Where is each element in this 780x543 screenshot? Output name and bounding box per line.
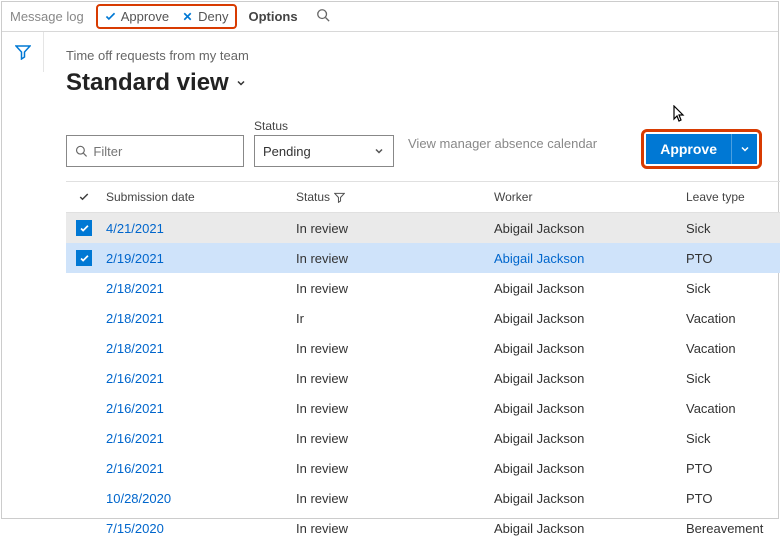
cell-leave: PTO: [686, 461, 780, 476]
cell-worker[interactable]: Abigail Jackson: [494, 461, 686, 476]
col-status[interactable]: Status: [296, 190, 494, 204]
command-bar: Message log Approve Deny Options: [2, 2, 778, 32]
cell-worker[interactable]: Abigail Jackson: [494, 221, 686, 236]
table-row[interactable]: 2/18/2021In reviewAbigail JacksonSick: [66, 273, 780, 303]
cell-date[interactable]: 7/15/2020: [102, 521, 296, 536]
cell-date[interactable]: 2/16/2021: [102, 431, 296, 446]
row-checkbox[interactable]: [76, 220, 92, 236]
requests-table: Submission date Status Worker Leave type…: [66, 181, 780, 543]
table-row[interactable]: 10/28/2020In reviewAbigail JacksonPTO: [66, 483, 780, 513]
status-label: Status: [254, 119, 394, 133]
cell-status: In review: [296, 431, 494, 446]
cell-worker[interactable]: Abigail Jackson: [494, 521, 686, 536]
chevron-down-icon: [235, 77, 247, 89]
status-value: Pending: [263, 144, 311, 159]
search-icon[interactable]: [316, 8, 330, 25]
cell-date[interactable]: 2/16/2021: [102, 371, 296, 386]
cell-date[interactable]: 2/16/2021: [102, 461, 296, 476]
cell-status: In review: [296, 341, 494, 356]
filter-input[interactable]: [93, 144, 235, 159]
cell-date[interactable]: 10/28/2020: [102, 491, 296, 506]
cell-worker[interactable]: Abigail Jackson: [494, 491, 686, 506]
filter-input-wrap[interactable]: [66, 135, 244, 167]
select-all-checkbox[interactable]: [77, 190, 91, 204]
cell-leave: PTO: [686, 491, 780, 506]
cell-date[interactable]: 2/16/2021: [102, 401, 296, 416]
cell-date[interactable]: 4/21/2021: [102, 221, 296, 236]
table-header: Submission date Status Worker Leave type: [66, 181, 780, 213]
options-menu[interactable]: Options: [249, 9, 298, 24]
table-row[interactable]: 2/16/2021In reviewAbigail JacksonSick: [66, 423, 780, 453]
col-leave-type[interactable]: Leave type: [686, 190, 780, 204]
cell-status: Ir: [296, 311, 494, 326]
view-title[interactable]: Standard view: [66, 69, 778, 97]
page-subtitle: Time off requests from my team: [66, 48, 778, 63]
view-title-text: Standard view: [66, 69, 229, 97]
deny-action[interactable]: Deny: [181, 9, 228, 24]
status-select[interactable]: Pending: [254, 135, 394, 167]
approve-label: Approve: [121, 9, 169, 24]
cell-leave: Vacation: [686, 311, 780, 326]
approve-dropdown[interactable]: [731, 134, 757, 164]
deny-label: Deny: [198, 9, 228, 24]
table-row[interactable]: 2/18/2021IrAbigail JacksonVacation: [66, 303, 780, 333]
row-checkbox[interactable]: [76, 250, 92, 266]
cell-status: In review: [296, 251, 494, 266]
col-submission-date[interactable]: Submission date: [102, 190, 296, 204]
table-row[interactable]: 2/16/2021In reviewAbigail JacksonVacatio…: [66, 393, 780, 423]
table-row[interactable]: 7/15/2020In reviewAbigail JacksonBereave…: [66, 513, 780, 543]
manager-calendar-link[interactable]: View manager absence calendar: [408, 136, 597, 151]
cell-leave: Sick: [686, 371, 780, 386]
cell-date[interactable]: 2/18/2021: [102, 281, 296, 296]
cell-leave: Vacation: [686, 401, 780, 416]
cell-status: In review: [296, 371, 494, 386]
cell-status: In review: [296, 401, 494, 416]
cell-status: In review: [296, 221, 494, 236]
cell-status: In review: [296, 491, 494, 506]
chevron-down-icon: [373, 145, 385, 157]
cell-worker[interactable]: Abigail Jackson: [494, 281, 686, 296]
cell-leave: PTO: [686, 251, 780, 266]
magnifier-icon: [75, 144, 87, 158]
col-worker[interactable]: Worker: [494, 190, 686, 204]
cell-worker[interactable]: Abigail Jackson: [494, 311, 686, 326]
funnel-icon: [15, 44, 31, 60]
cell-worker[interactable]: Abigail Jackson: [494, 371, 686, 386]
cell-leave: Bereavement: [686, 521, 780, 536]
chevron-down-icon: [739, 143, 751, 155]
cell-worker[interactable]: Abigail Jackson: [494, 341, 686, 356]
cell-leave: Vacation: [686, 341, 780, 356]
cell-leave: Sick: [686, 281, 780, 296]
table-row[interactable]: 2/18/2021In reviewAbigail JacksonVacatio…: [66, 333, 780, 363]
table-row[interactable]: 2/16/2021In reviewAbigail JacksonPTO: [66, 453, 780, 483]
table-row[interactable]: 2/16/2021In reviewAbigail JacksonSick: [66, 363, 780, 393]
cell-status: In review: [296, 281, 494, 296]
cell-worker[interactable]: Abigail Jackson: [494, 401, 686, 416]
approve-button-group: Approve: [641, 129, 762, 169]
check-icon: [104, 10, 117, 23]
approve-action[interactable]: Approve: [104, 9, 169, 24]
approve-button[interactable]: Approve: [646, 134, 731, 164]
table-row[interactable]: 4/21/2021In reviewAbigail JacksonSick: [66, 213, 780, 243]
cell-worker[interactable]: Abigail Jackson: [494, 251, 686, 266]
cell-status: In review: [296, 521, 494, 536]
message-log-link[interactable]: Message log: [10, 9, 84, 24]
filter-panel-toggle[interactable]: [2, 32, 44, 72]
cell-date[interactable]: 2/18/2021: [102, 341, 296, 356]
cell-leave: Sick: [686, 431, 780, 446]
cell-date[interactable]: 2/18/2021: [102, 311, 296, 326]
funnel-icon: [334, 192, 345, 203]
x-icon: [181, 10, 194, 23]
approve-deny-group: Approve Deny: [96, 4, 237, 29]
cell-status: In review: [296, 461, 494, 476]
cell-date[interactable]: 2/19/2021: [102, 251, 296, 266]
table-row[interactable]: 2/19/2021In reviewAbigail JacksonPTO: [66, 243, 780, 273]
cell-worker[interactable]: Abigail Jackson: [494, 431, 686, 446]
cell-leave: Sick: [686, 221, 780, 236]
